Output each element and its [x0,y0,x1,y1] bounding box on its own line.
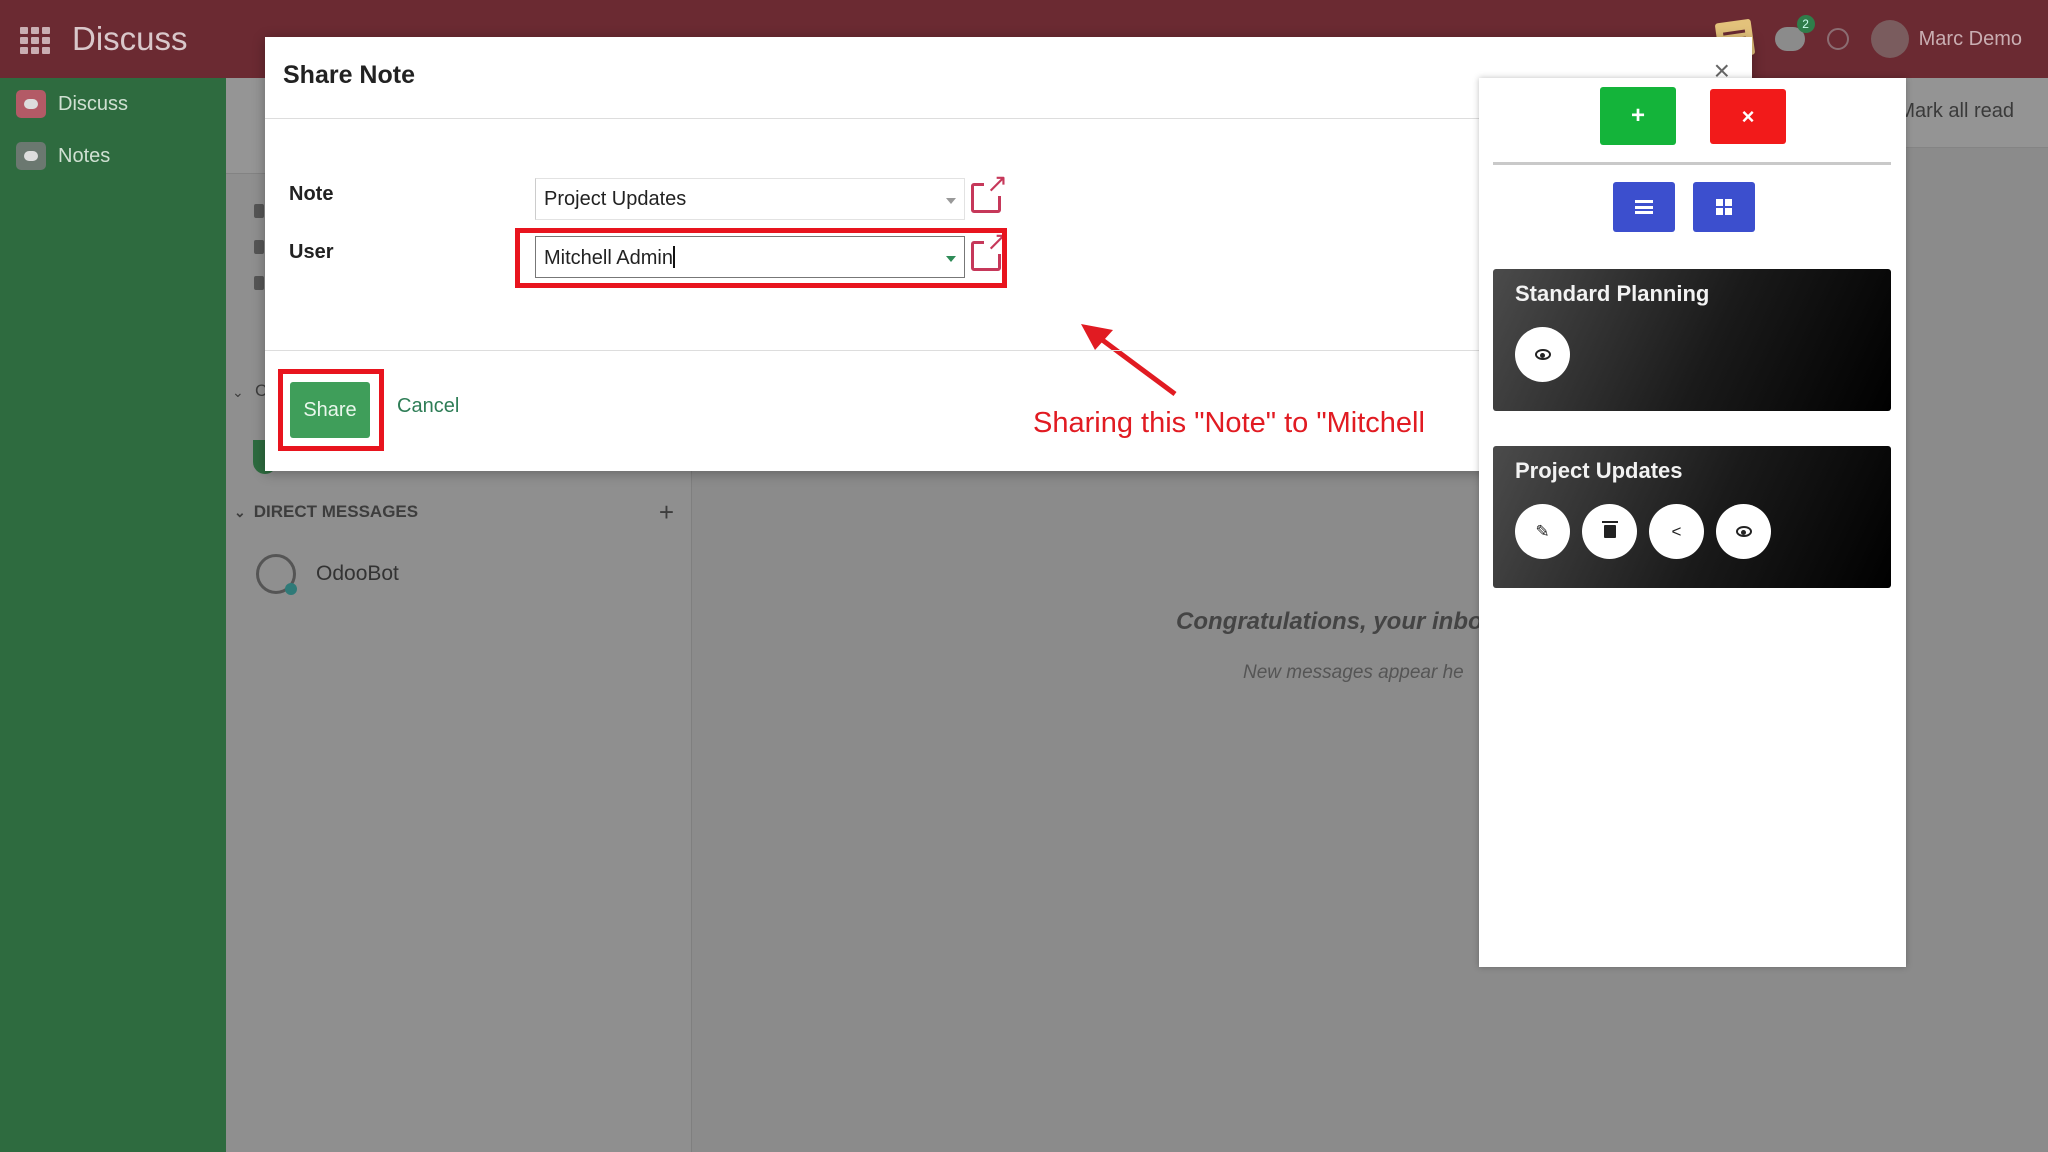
apps-menu-icon[interactable] [20,27,50,54]
app-title: Discuss [72,20,188,57]
annotation-arrow [1081,324,1177,397]
chevron-down-icon[interactable]: ⌄ [232,384,244,401]
messages-icon[interactable]: 2 [1774,15,1815,51]
external-link-icon[interactable] [971,170,1008,213]
highlight-box-share [278,369,384,451]
eye-icon [1735,526,1752,537]
dropdown-caret-icon[interactable] [946,198,956,204]
user-field-label: User [289,241,334,263]
odoobot-avatar [256,554,297,595]
chevron-down-icon[interactable]: ⌄ [234,504,246,521]
eye-icon [1534,349,1551,360]
close-panel-button[interactable]: × [1710,89,1786,144]
share-note-button[interactable]: < [1649,504,1704,559]
empty-inbox-title: Congratulations, your inbox i [1176,608,1510,635]
user-avatar[interactable] [1870,20,1909,58]
notes-icon [16,142,46,170]
note-card-actions: ✎ < [1515,504,1771,559]
annotation-text: Sharing this "Note" to "Mitchell [1033,407,1425,439]
edit-note-button[interactable]: ✎ [1515,504,1570,559]
navbar-systray: 2 Marc Demo [1714,12,2022,66]
cancel-button[interactable]: Cancel [397,395,459,418]
contact-name: OdooBot [316,562,399,585]
app-sidebar: Discuss Notes [0,78,226,1152]
notes-panel: + × Standard Planning Project Updates ✎ … [1479,78,1906,967]
empty-inbox-subtitle: New messages appear he [1243,662,1464,683]
grid-icon [1716,199,1732,215]
add-direct-message-icon[interactable]: + [659,497,674,528]
discuss-icon [16,90,46,118]
trash-icon [1601,521,1618,538]
add-note-button[interactable]: + [1600,87,1676,145]
sidebar-item-discuss[interactable]: Discuss [0,78,226,130]
note-card-actions [1515,327,1570,382]
share-icon: < [1671,521,1682,541]
highlight-box-user [515,228,1007,288]
list-icon [1635,200,1653,214]
note-field-label: Note [289,183,334,205]
delete-note-button[interactable] [1582,504,1637,559]
view-note-button[interactable] [1716,504,1771,559]
mark-all-read-button[interactable]: Mark all read [1898,100,2014,123]
sidebar-item-label: Discuss [58,92,129,115]
contact-odoobot[interactable]: OdooBot [256,554,399,595]
list-view-button[interactable] [1613,182,1675,232]
direct-messages-label: DIRECT MESSAGES [253,502,419,521]
user-name[interactable]: Marc Demo [1919,28,2022,51]
note-card[interactable]: Project Updates ✎ < [1493,446,1891,588]
grid-view-button[interactable] [1693,182,1755,232]
view-note-button[interactable] [1515,327,1570,382]
edit-icon: ✎ [1535,521,1550,541]
note-card[interactable]: Standard Planning [1493,269,1891,411]
activity-clock-icon[interactable] [1826,28,1849,50]
messages-count-badge: 2 [1796,15,1815,33]
sidebar-item-label: Notes [58,144,111,167]
direct-messages-header[interactable]: ⌄ DIRECT MESSAGES + [234,497,674,527]
sidebar-item-notes[interactable]: Notes [0,130,226,182]
note-select-value: Project Updates [544,188,687,210]
panel-divider [1493,162,1891,165]
dialog-title: Share Note [283,61,415,89]
note-card-title: Project Updates [1515,458,1683,483]
note-select[interactable]: Project Updates [535,178,965,220]
note-card-title: Standard Planning [1515,281,1710,306]
